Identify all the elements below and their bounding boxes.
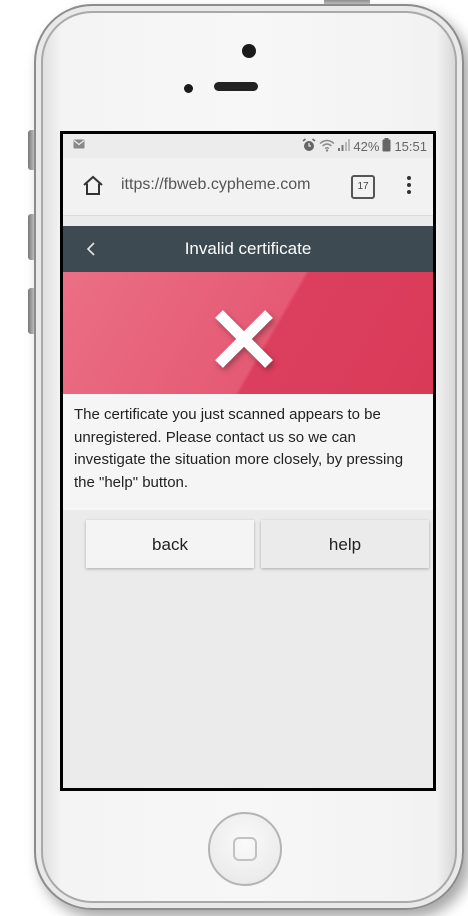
volume-up-button <box>28 214 34 260</box>
phone-screen: 42% 15:51 ittps://fbweb.cypheme.com 17 I… <box>60 131 436 791</box>
browser-toolbar: ittps://fbweb.cypheme.com 17 <box>63 158 433 216</box>
error-message: The certificate you just scanned appears… <box>74 406 404 491</box>
x-icon <box>211 306 277 372</box>
page-title: Invalid certificate <box>184 239 312 258</box>
mail-icon <box>73 139 85 152</box>
wifi-icon <box>319 139 335 155</box>
status-time: 15:51 <box>394 139 427 154</box>
power-button <box>324 0 370 4</box>
screen-content: 42% 15:51 ittps://fbweb.cypheme.com 17 I… <box>63 134 433 788</box>
url-bar[interactable]: ittps://fbweb.cypheme.com <box>121 176 310 194</box>
earpiece-speaker <box>214 82 258 91</box>
tab-switcher-button[interactable]: 17 <box>351 175 375 199</box>
alarm-icon <box>302 138 316 155</box>
home-button-square <box>233 837 257 861</box>
home-icon[interactable] <box>81 174 105 198</box>
app-header: Invalid certificate <box>63 226 433 272</box>
proximity-sensor <box>184 84 193 93</box>
status-bar: 42% 15:51 <box>63 134 433 158</box>
error-banner <box>63 272 433 394</box>
volume-down-button <box>28 288 34 334</box>
battery-icon <box>382 138 391 155</box>
help-button[interactable]: help <box>261 520 429 568</box>
home-button[interactable] <box>208 812 282 886</box>
page: 42% 15:51 ittps://fbweb.cypheme.com 17 I… <box>0 0 468 916</box>
signal-icon <box>338 139 351 154</box>
status-icons: 42% 15:51 <box>302 138 427 155</box>
front-camera <box>242 44 256 58</box>
battery-percent: 42% <box>353 139 380 154</box>
more-vert-icon[interactable] <box>405 174 413 198</box>
mute-switch <box>28 130 34 170</box>
message-area: The certificate you just scanned appears… <box>63 394 433 510</box>
back-button[interactable]: back <box>86 520 254 568</box>
